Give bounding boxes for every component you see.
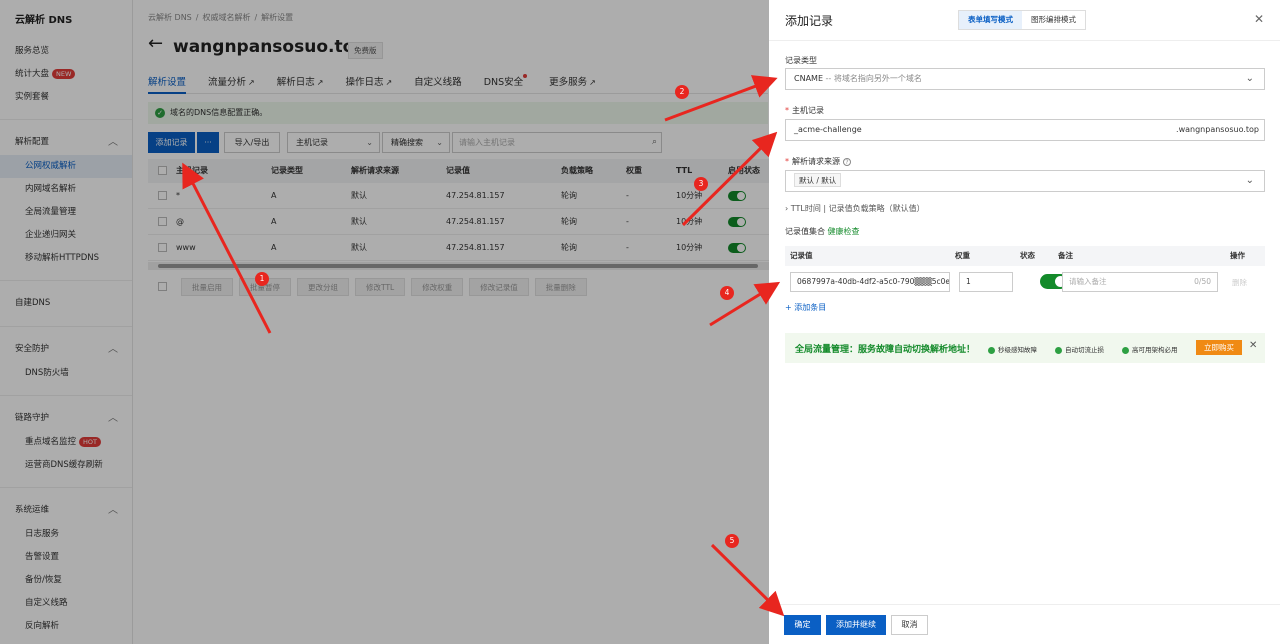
promo-banner: 全局流量管理：服务故障自动切换解析地址！ 秒级感知故障 自动切流止损 高可用架构…	[785, 333, 1265, 363]
step-marker-1: 1	[255, 272, 269, 286]
record-values-header: 记录值 权重 状态 备注 操作	[785, 246, 1265, 266]
host-label: * 主机记录	[785, 106, 824, 115]
chevron-down-icon: ⌄	[1245, 73, 1254, 84]
drawer-title: 添加记录	[785, 14, 834, 28]
check-icon	[1122, 346, 1129, 354]
host-record-input[interactable]: _acme-challenge .wangnpansosuo.top	[785, 119, 1265, 141]
source-label: * 解析请求来源?	[785, 156, 851, 167]
mode-switch: 表单填写模式 图形编排模式	[958, 10, 1086, 30]
add-and-continue-button[interactable]: 添加并继续	[826, 615, 886, 635]
chevron-right-icon: ›	[785, 204, 789, 213]
ttl-advanced-toggle[interactable]: › TTL时间 | 记录值负载策略（默认值）	[785, 203, 925, 214]
check-icon	[988, 346, 995, 354]
check-icon	[1055, 346, 1062, 354]
add-item-link[interactable]: + 添加条目	[785, 302, 826, 313]
promo-feature: 秒级感知故障	[988, 344, 1037, 354]
graph-mode-tab[interactable]: 图形编排模式	[1022, 11, 1085, 29]
step-marker-3: 3	[694, 177, 708, 191]
close-icon[interactable]: ✕	[1249, 340, 1257, 351]
domain-suffix: .wangnpansosuo.top	[1176, 125, 1259, 134]
promo-feature: 自动切流止损	[1055, 344, 1104, 354]
record-type-select[interactable]: CNAME -- 将域名指向另外一个域名 ⌄	[785, 68, 1265, 90]
step-marker-4: 4	[720, 286, 734, 300]
step-marker-5: 5	[725, 534, 739, 548]
record-type-label: 记录类型	[785, 56, 817, 65]
help-icon[interactable]: ?	[843, 157, 851, 166]
record-value-row: 0687997a-40db-4df2-a5c0-790▒▒▒5c0e5 1 请输…	[785, 268, 1265, 296]
note-char-count: 0/50	[1194, 277, 1211, 286]
confirm-button[interactable]: 确定	[784, 615, 821, 635]
close-icon[interactable]: ✕	[1254, 12, 1264, 26]
form-mode-tab[interactable]: 表单填写模式	[959, 11, 1022, 29]
add-record-drawer: 添加记录 表单填写模式 图形编排模式 ✕ 记录类型 CNAME -- 将域名指向…	[769, 0, 1280, 644]
modal-backdrop[interactable]	[0, 0, 769, 644]
delete-row-button[interactable]: 删除	[1232, 277, 1247, 288]
promo-title: 全局流量管理：服务故障自动切换解析地址！	[795, 345, 976, 355]
health-check-link[interactable]: 健康检查	[828, 227, 860, 236]
chevron-down-icon: ⌄	[1245, 175, 1254, 186]
step-marker-2: 2	[675, 85, 689, 99]
buy-now-button[interactable]: 立即购买	[1196, 340, 1242, 355]
source-tag: 默认 / 默认	[794, 173, 842, 187]
cancel-button[interactable]: 取消	[891, 615, 928, 635]
record-value-input[interactable]: 0687997a-40db-4df2-a5c0-790▒▒▒5c0e5	[790, 272, 950, 292]
record-values-label: 记录值集合 健康检查	[785, 227, 860, 236]
note-input[interactable]: 请输入备注 0/50	[1062, 272, 1218, 292]
promo-feature: 高可用架构必用	[1122, 344, 1178, 354]
request-source-select[interactable]: 默认 / 默认 ⌄	[785, 170, 1265, 192]
weight-input[interactable]: 1	[959, 272, 1013, 292]
